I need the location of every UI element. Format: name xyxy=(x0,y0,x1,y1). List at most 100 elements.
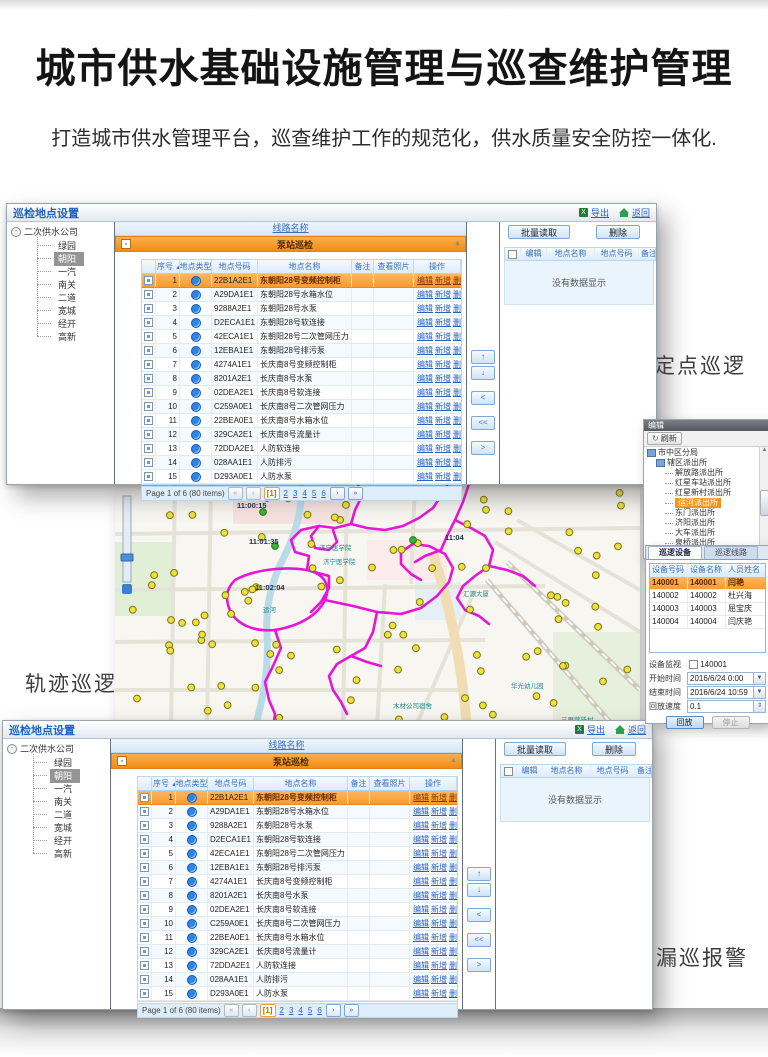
op-编辑-link[interactable]: 编辑 xyxy=(417,458,433,467)
op-新增-link[interactable]: 新增 xyxy=(431,989,447,998)
patrol-point-marker[interactable] xyxy=(592,572,599,579)
patrol-point-marker[interactable] xyxy=(189,512,196,519)
op-删除-link[interactable]: 删除 xyxy=(449,905,457,914)
row-expand-icon[interactable] xyxy=(140,891,149,900)
page-prev-button[interactable]: « xyxy=(228,487,243,500)
patrol-point-marker[interactable] xyxy=(318,583,325,590)
transfer-button-2[interactable]: < xyxy=(467,908,491,922)
tree-item-宽城[interactable]: 宽城 xyxy=(33,821,110,834)
op-编辑-link[interactable]: 编辑 xyxy=(413,919,429,928)
op-删除-link[interactable]: 删除 xyxy=(453,318,461,327)
op-编辑-link[interactable]: 编辑 xyxy=(413,975,429,984)
op-新增-link[interactable]: 新增 xyxy=(435,276,451,285)
op-新增-link[interactable]: 新增 xyxy=(431,821,447,830)
op-删除-link[interactable]: 删除 xyxy=(453,276,461,285)
table-row[interactable]: 4D2ECA1E1东朝阳28号软连接编辑新增删除 xyxy=(142,316,461,330)
op-删除-link[interactable]: 删除 xyxy=(449,947,457,956)
table-row[interactable]: 10C259A0E1长庆南8号二次管网压力编辑新增删除 xyxy=(138,917,457,931)
op-新增-link[interactable]: 新增 xyxy=(431,807,447,816)
op-新增-link[interactable]: 新增 xyxy=(431,975,447,984)
page-link-3[interactable]: 3 xyxy=(288,1006,294,1015)
op-编辑-link[interactable]: 编辑 xyxy=(413,807,429,816)
op-新增-link[interactable]: 新增 xyxy=(431,835,447,844)
op-编辑-link[interactable]: 编辑 xyxy=(413,961,429,970)
table-row[interactable]: 122B1A2E1东朝阳28号变频控制柜编辑新增删除 xyxy=(142,274,461,288)
patrol-point-marker[interactable] xyxy=(192,619,199,626)
patrol-point-marker[interactable] xyxy=(467,606,474,613)
op-新增-link[interactable]: 新增 xyxy=(435,346,451,355)
op-编辑-link[interactable]: 编辑 xyxy=(417,388,433,397)
row-expand-icon[interactable] xyxy=(140,919,149,928)
patrol-point-marker[interactable] xyxy=(308,541,315,548)
playback-button[interactable]: 回放 xyxy=(666,716,704,729)
header-4[interactable]: 备注 xyxy=(348,777,370,790)
patrol-point-marker[interactable] xyxy=(199,631,206,638)
patrol-point-marker[interactable] xyxy=(201,612,208,619)
tree-item-二道[interactable]: 二道 xyxy=(37,291,114,304)
select-all-checkbox[interactable] xyxy=(508,250,517,259)
page-link-2[interactable]: 2 xyxy=(283,489,289,498)
table-row[interactable]: 4D2ECA1E1东朝阳28号软连接编辑新增删除 xyxy=(138,833,457,847)
op-删除-link[interactable]: 删除 xyxy=(453,472,461,481)
header-4[interactable]: 备注 xyxy=(352,260,374,273)
op-删除-link[interactable]: 删除 xyxy=(449,821,457,830)
page-link-4[interactable]: 4 xyxy=(301,489,307,498)
header-5[interactable]: 查看照片 xyxy=(374,260,414,273)
station-item[interactable]: 解放路派出所 xyxy=(647,468,768,478)
op-编辑-link[interactable]: 编辑 xyxy=(417,374,433,383)
patrol-point-marker[interactable] xyxy=(618,502,625,509)
patrol-point-marker[interactable] xyxy=(410,537,417,544)
row-expand-icon[interactable] xyxy=(140,793,149,802)
op-删除-link[interactable]: 删除 xyxy=(449,835,457,844)
row-expand-icon[interactable] xyxy=(144,416,153,425)
op-编辑-link[interactable]: 编辑 xyxy=(413,947,429,956)
batch-read-button[interactable]: 批量读取 xyxy=(504,742,566,756)
table-row[interactable]: 542ECA1E1东朝阳28号二次管网压力编辑新增删除 xyxy=(138,847,457,861)
op-删除-link[interactable]: 删除 xyxy=(453,430,461,439)
transfer-button-0[interactable]: ↑ xyxy=(467,867,491,881)
table-row[interactable]: 39288A2E1东朝阳28号水泵编辑新增删除 xyxy=(138,819,457,833)
tree-item-二道[interactable]: 二道 xyxy=(33,808,110,821)
page-link-5[interactable]: 5 xyxy=(307,1006,313,1015)
header-2[interactable]: 地点号码 xyxy=(212,260,258,273)
op-新增-link[interactable]: 新增 xyxy=(431,793,447,802)
device-row[interactable]: 140002140002杜兴海 xyxy=(650,590,765,603)
patrol-point-marker[interactable] xyxy=(288,652,295,659)
header-6[interactable]: 操作 xyxy=(414,260,461,273)
op-新增-link[interactable]: 新增 xyxy=(431,961,447,970)
op-新增-link[interactable]: 新增 xyxy=(435,472,451,481)
map-zoom-slider[interactable] xyxy=(121,496,133,594)
chevron-down-icon[interactable]: ▼ xyxy=(753,673,765,684)
op-编辑-link[interactable]: 编辑 xyxy=(417,346,433,355)
tree-item-高新[interactable]: 高新 xyxy=(37,330,114,343)
patrol-point-marker[interactable] xyxy=(562,600,569,607)
patrol-point-marker[interactable] xyxy=(337,577,344,584)
page-next-button[interactable]: › xyxy=(330,487,345,500)
op-删除-link[interactable]: 删除 xyxy=(453,458,461,467)
row-expand-icon[interactable] xyxy=(140,961,149,970)
patrol-point-marker[interactable] xyxy=(505,508,512,515)
op-删除-link[interactable]: 删除 xyxy=(449,793,457,802)
op-新增-link[interactable]: 新增 xyxy=(435,318,451,327)
patrol-point-marker[interactable] xyxy=(458,563,465,570)
patrol-point-marker[interactable] xyxy=(615,543,622,550)
tree-item-一汽[interactable]: 一汽 xyxy=(33,782,110,795)
op-删除-link[interactable]: 删除 xyxy=(449,933,457,942)
patrol-point-marker[interactable] xyxy=(309,565,316,572)
chevron-down-icon[interactable]: ▼ xyxy=(753,687,765,698)
patrol-point-marker[interactable] xyxy=(464,521,471,528)
op-新增-link[interactable]: 新增 xyxy=(431,891,447,900)
patrol-point-marker[interactable] xyxy=(400,631,407,638)
op-删除-link[interactable]: 删除 xyxy=(453,332,461,341)
op-删除-link[interactable]: 删除 xyxy=(453,402,461,411)
patrol-point-marker[interactable] xyxy=(167,647,174,654)
table-row[interactable]: 1372DDA2E1人防软连接编辑新增删除 xyxy=(142,442,461,456)
table-row[interactable]: 1122BEA0E1长庆南8号水箱水位编辑新增删除 xyxy=(138,931,457,945)
row-expand-icon[interactable] xyxy=(140,933,149,942)
op-新增-link[interactable]: 新增 xyxy=(431,863,447,872)
header-6[interactable]: 操作 xyxy=(410,777,457,790)
device-row[interactable]: 140003140003屈宝庆 xyxy=(650,603,765,616)
station-item[interactable]: 红星新村派出所 xyxy=(647,488,768,498)
patrol-point-marker[interactable] xyxy=(575,547,582,554)
collapse-icon[interactable]: - xyxy=(117,756,127,766)
